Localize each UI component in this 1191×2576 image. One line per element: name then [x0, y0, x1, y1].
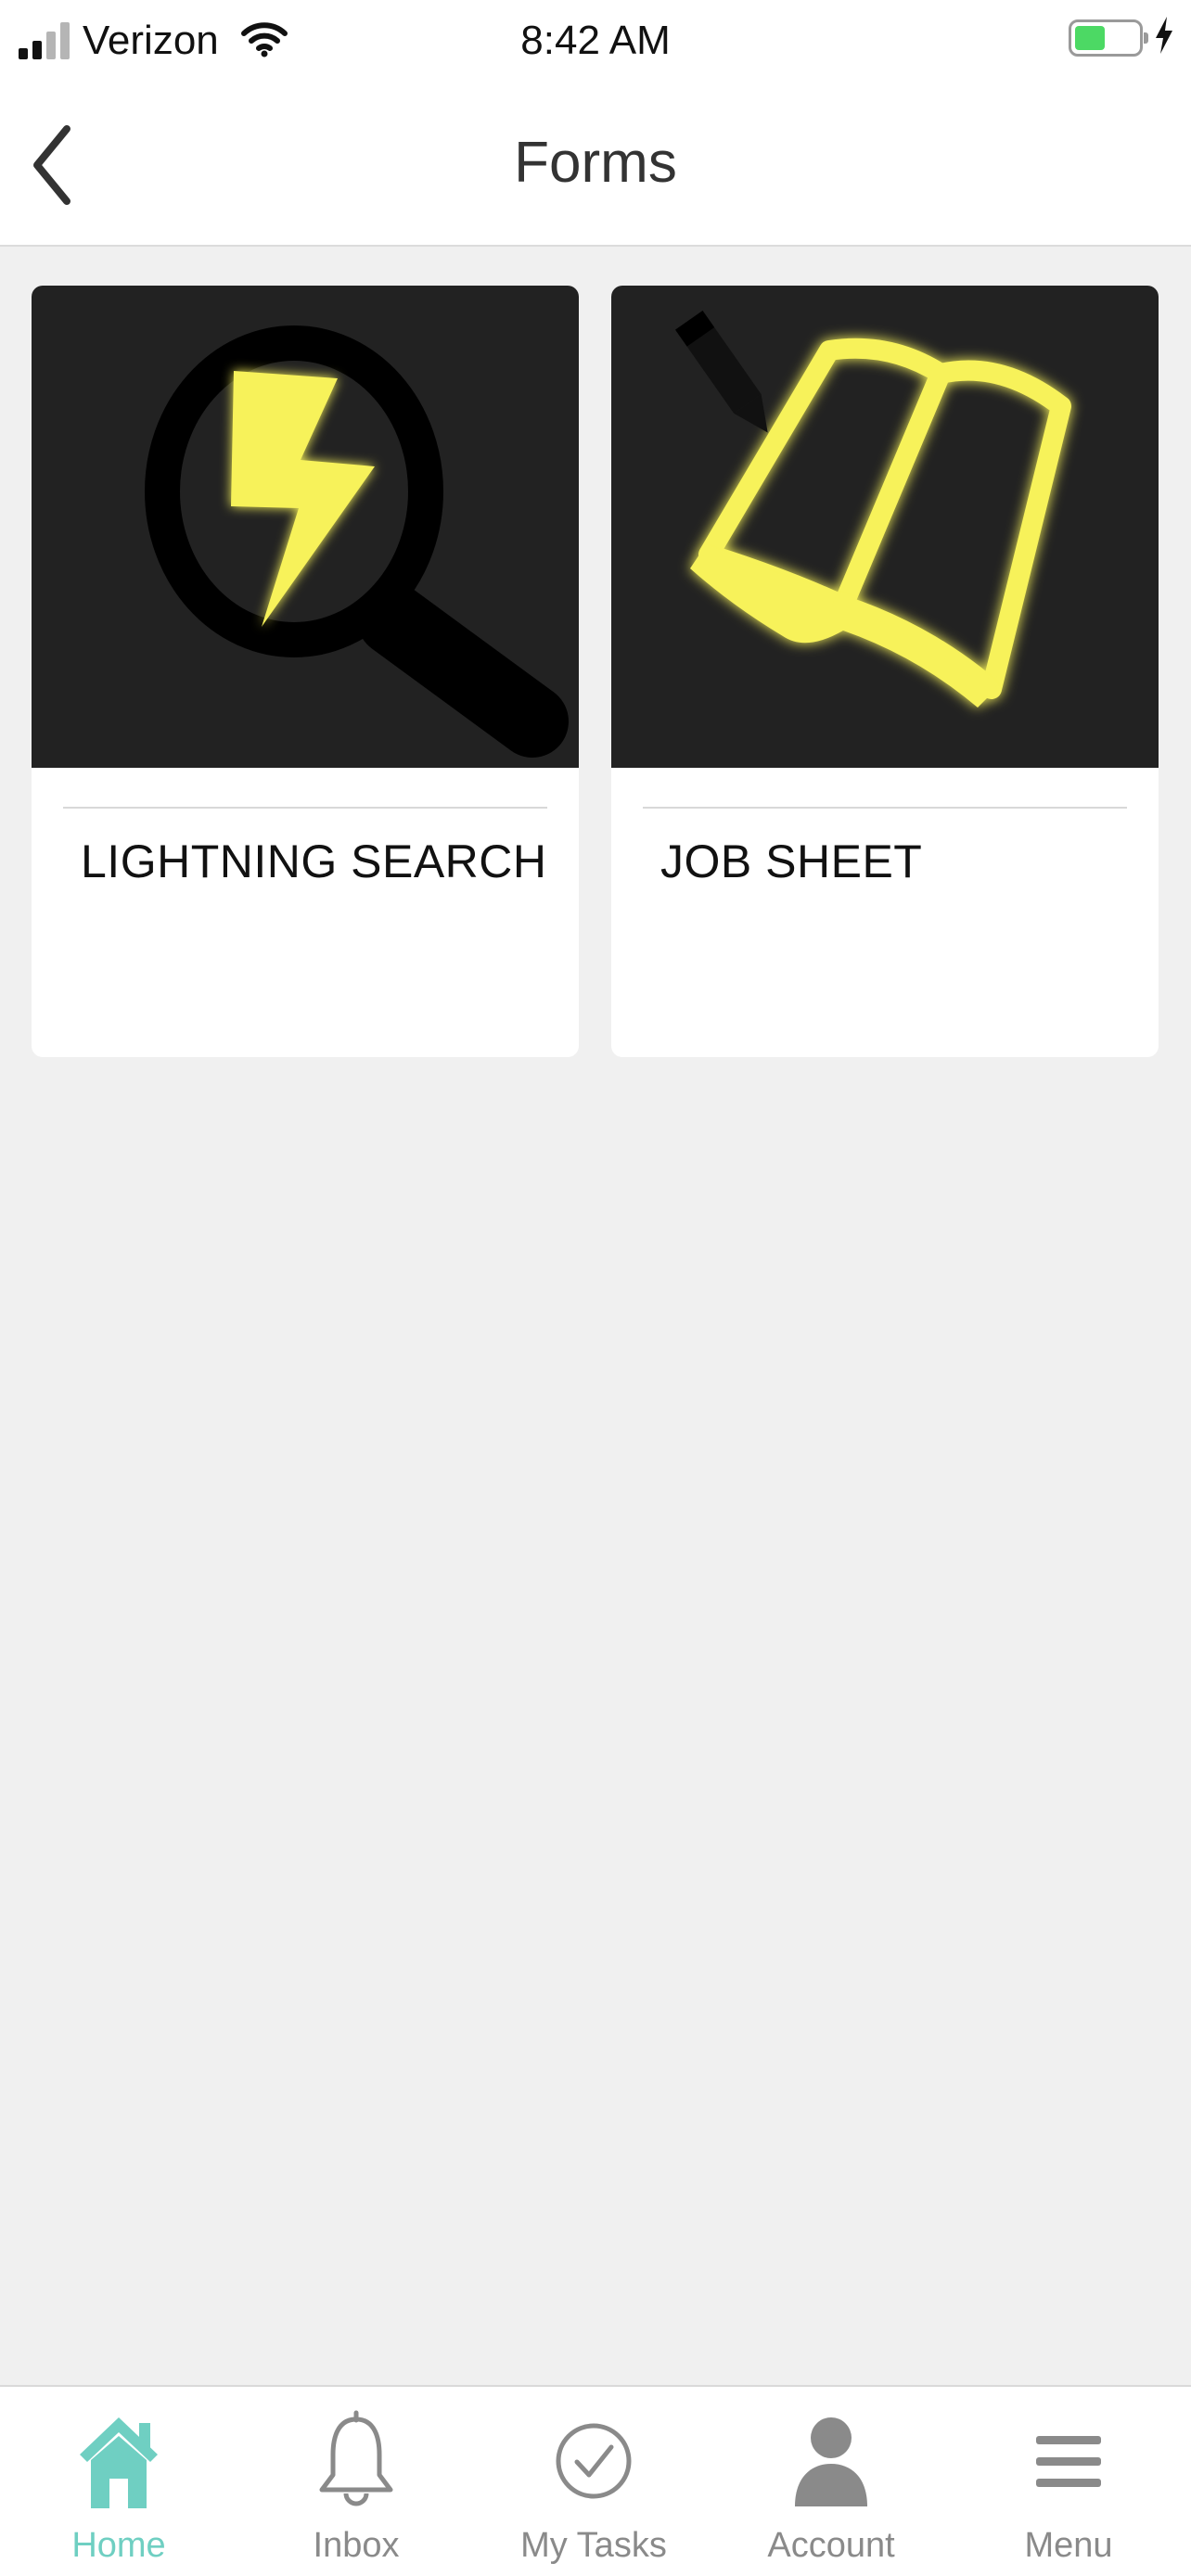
- card-image: [611, 286, 1159, 768]
- form-card-job-sheet[interactable]: JOB SHEET: [611, 286, 1159, 1057]
- tab-my-tasks[interactable]: My Tasks: [475, 2387, 712, 2576]
- tab-label: Inbox: [313, 2526, 400, 2565]
- tab-account[interactable]: Account: [712, 2387, 950, 2576]
- battery-area: [1069, 17, 1174, 58]
- page-title: Forms: [514, 131, 677, 195]
- hamburger-menu-icon: [950, 2405, 1187, 2517]
- lightning-search-icon: [145, 325, 569, 758]
- tab-inbox[interactable]: Inbox: [237, 2387, 475, 2576]
- bell-icon: [237, 2405, 475, 2517]
- checkmark-circle-icon: [475, 2405, 712, 2517]
- navigation-header: Forms: [0, 82, 1191, 247]
- card-divider: [63, 807, 547, 809]
- tab-menu[interactable]: Menu: [950, 2387, 1187, 2576]
- tab-label: Menu: [1024, 2526, 1113, 2565]
- status-time: 8:42 AM: [520, 18, 671, 63]
- status-bar: Verizon 8:42 AM: [0, 0, 1191, 82]
- bottom-tab-bar: Home Inbox My Tasks Account Menu: [0, 2385, 1191, 2576]
- home-icon: [0, 2405, 237, 2517]
- card-divider: [643, 807, 1127, 809]
- tab-home[interactable]: Home: [0, 2387, 237, 2576]
- job-sheet-book-icon: [675, 310, 1071, 708]
- person-icon: [712, 2405, 950, 2517]
- form-card-lightning-search[interactable]: LIGHTNING SEARCH: [32, 286, 579, 1057]
- battery-icon: [1069, 19, 1148, 57]
- battery-level: [1075, 25, 1105, 50]
- charging-bolt-icon: [1154, 17, 1174, 58]
- form-card-label: JOB SHEET: [660, 835, 923, 887]
- tab-label: Account: [767, 2526, 895, 2565]
- tab-label: Home: [71, 2526, 166, 2565]
- tab-label: My Tasks: [520, 2526, 667, 2565]
- form-card-label: LIGHTNING SEARCH: [81, 835, 547, 887]
- card-image: [32, 286, 579, 768]
